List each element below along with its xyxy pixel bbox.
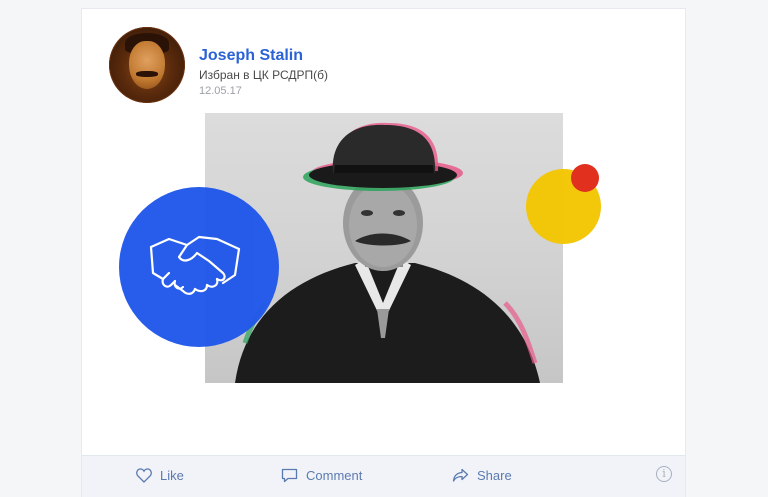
avatar[interactable]	[109, 27, 185, 103]
decorative-red-dot	[571, 164, 599, 192]
like-label: Like	[160, 468, 184, 483]
comment-label: Comment	[306, 468, 363, 483]
post-action-bar: Like Comment Share i	[82, 455, 685, 497]
comment-button[interactable]: Comment	[281, 468, 362, 483]
share-icon	[452, 468, 469, 482]
post-card: Joseph Stalin Избран в ЦК РСДРП(б) 12.05…	[82, 9, 685, 497]
comment-icon	[281, 468, 298, 483]
author-name[interactable]: Joseph Stalin	[199, 47, 303, 65]
decorative-blue-circle	[119, 187, 279, 347]
post-subtitle: Избран в ЦК РСДРП(б)	[199, 68, 328, 82]
share-label: Share	[477, 468, 512, 483]
like-button[interactable]: Like	[136, 468, 184, 483]
post-date: 12.05.17	[199, 85, 242, 97]
info-icon[interactable]: i	[656, 466, 672, 482]
heart-icon	[136, 468, 152, 483]
handshake-icon	[149, 235, 241, 295]
share-button[interactable]: Share	[452, 468, 512, 483]
